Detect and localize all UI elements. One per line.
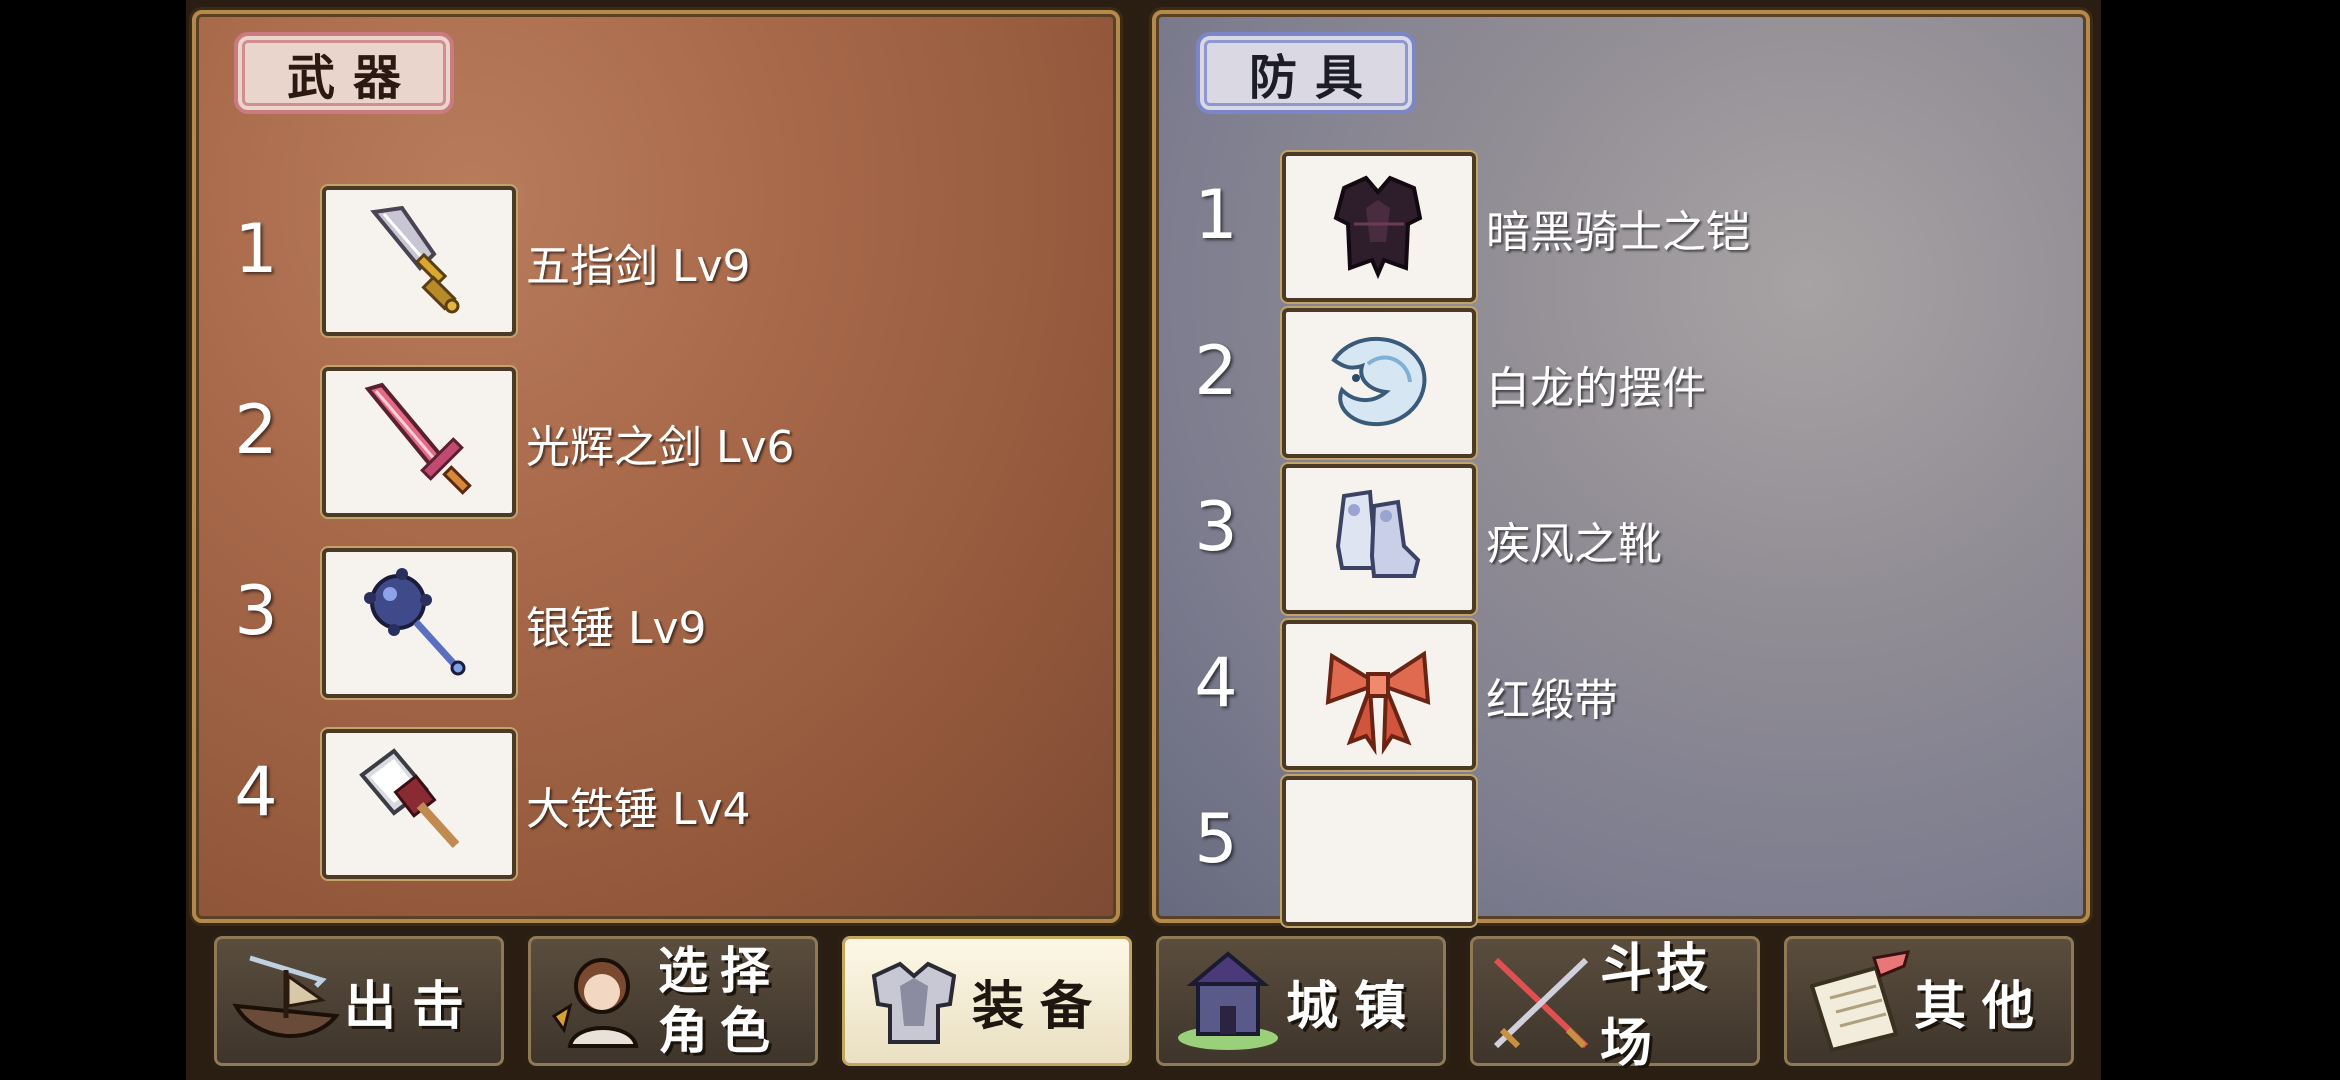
white-dragon-icon xyxy=(1282,308,1476,458)
scroll-icon xyxy=(1809,950,1911,1053)
slot-number: 4 xyxy=(234,753,278,832)
slot-number: 3 xyxy=(234,572,278,651)
armor-name: 红缎带 xyxy=(1486,675,1618,726)
weapon-slot-4[interactable]: 4 大铁锤 Lv4 xyxy=(216,729,1096,879)
iron-hammer-icon xyxy=(322,729,516,879)
slot-number: 3 xyxy=(1194,488,1238,567)
boots-icon xyxy=(1282,464,1476,614)
town-button[interactable]: 城镇 xyxy=(1152,932,1450,1070)
armor-panel: 防具 1 暗黑骑士之铠 2 白龙的摆件 3 疾风之靴 4 红缎带 5 xyxy=(1152,10,2090,926)
other-label: 其他 xyxy=(1914,976,2051,1037)
weapon-name: 五指剑 Lv9 xyxy=(526,241,751,292)
weapon-name: 光辉之剑 Lv6 xyxy=(526,422,795,473)
weapon-name: 大铁锤 Lv4 xyxy=(526,784,751,835)
weapon-slot-1[interactable]: 1 五指剑 Lv9 xyxy=(216,186,1096,336)
armor-name: 白龙的摆件 xyxy=(1486,363,1706,414)
slot-number: 4 xyxy=(1194,644,1238,723)
equipment-label: 装备 xyxy=(972,976,1109,1037)
weapon-slot-3[interactable]: 3 银锤 Lv9 xyxy=(216,548,1096,698)
arena-label: 斗技场 xyxy=(1600,939,1713,1074)
slot-number: 5 xyxy=(1194,800,1238,879)
spiked-mace-icon xyxy=(322,548,516,698)
armor-slot-1[interactable]: 1 暗黑骑士之铠 xyxy=(1176,152,2056,302)
crossed-swords-icon xyxy=(1493,957,1589,1049)
armor-tab-label: 防具 xyxy=(1196,32,1416,114)
sortie-button[interactable]: 出击 xyxy=(210,932,508,1070)
bottom-menu: 出击 选择 角色 装备 城镇 斗技场 其他 xyxy=(186,920,2101,1080)
red-ribbon-icon xyxy=(1282,620,1476,770)
ship-icon xyxy=(232,955,340,1038)
select-character-button[interactable]: 选择 角色 xyxy=(524,932,822,1070)
weapon-panel: 武器 1 五指剑 Lv9 2 光辉之剑 Lv6 3 银锤 Lv9 4 大铁锤 L… xyxy=(192,10,1120,923)
armor-slot-2[interactable]: 2 白龙的摆件 xyxy=(1176,308,2056,458)
select-label-line1: 选择 xyxy=(658,942,782,1000)
weapon-slot-2[interactable]: 2 光辉之剑 Lv6 xyxy=(216,367,1096,517)
select-label-line2: 角色 xyxy=(658,1002,782,1060)
slot-number: 1 xyxy=(234,210,278,289)
weapon-name: 银锤 Lv9 xyxy=(526,603,707,654)
armor-name: 暗黑骑士之铠 xyxy=(1486,207,1750,258)
other-button[interactable]: 其他 xyxy=(1780,932,2078,1070)
armor-slot-4[interactable]: 4 红缎带 xyxy=(1176,620,2056,770)
game-screen: 武器 1 五指剑 Lv9 2 光辉之剑 Lv6 3 银锤 Lv9 4 大铁锤 L… xyxy=(186,0,2101,1080)
dark-armor-icon xyxy=(1282,152,1476,302)
slot-number: 1 xyxy=(1194,176,1238,255)
pink-sword-icon xyxy=(322,367,516,517)
armor-icon xyxy=(871,961,957,1044)
equipment-button[interactable]: 装备 xyxy=(838,932,1136,1070)
arena-button[interactable]: 斗技场 xyxy=(1466,932,1764,1074)
slot-number: 2 xyxy=(234,391,278,470)
town-label: 城镇 xyxy=(1286,976,1423,1037)
armor-slot-3[interactable]: 3 疾风之靴 xyxy=(1176,464,2056,614)
empty-slot xyxy=(1282,776,1476,926)
weapon-tab-label: 武器 xyxy=(234,32,454,114)
character-icon xyxy=(551,958,639,1048)
dagger-icon xyxy=(322,186,516,336)
select-character-label: 选择 角色 xyxy=(658,936,782,1066)
armor-name: 疾风之靴 xyxy=(1486,519,1662,570)
slot-number: 2 xyxy=(1194,332,1238,411)
sortie-label: 出击 xyxy=(344,976,481,1037)
castle-icon xyxy=(1178,951,1278,1050)
armor-slot-5[interactable]: 5 xyxy=(1176,776,2056,926)
